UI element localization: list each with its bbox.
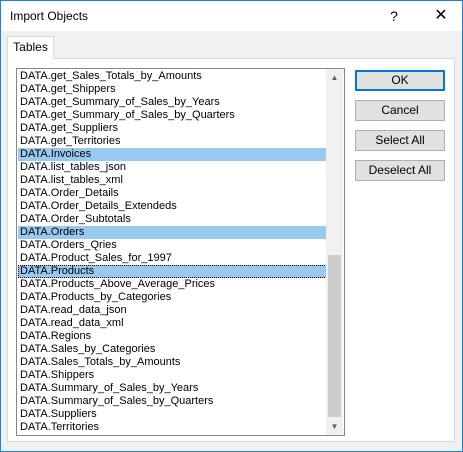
- list-item[interactable]: DATA.Orders_Qries: [18, 239, 327, 252]
- list-item[interactable]: DATA.Territories: [18, 421, 327, 434]
- deselect-all-button[interactable]: Deselect All: [355, 160, 445, 181]
- list-item[interactable]: DATA.list_tables_json: [18, 161, 327, 174]
- close-icon: ✕: [434, 7, 448, 24]
- help-button[interactable]: ?: [377, 1, 411, 31]
- list-item[interactable]: DATA.Invoices: [18, 148, 327, 161]
- list-item[interactable]: DATA.Regions: [18, 330, 327, 343]
- triangle-down-icon: ▼: [330, 422, 339, 431]
- list-item[interactable]: DATA.Sales_Totals_by_Amounts: [18, 356, 327, 369]
- vertical-scrollbar[interactable]: ▲ ▼: [326, 69, 343, 435]
- triangle-up-icon: ▲: [330, 73, 339, 82]
- list-item[interactable]: DATA.Sales_by_Categories: [18, 343, 327, 356]
- ok-button[interactable]: OK: [355, 70, 445, 91]
- list-item[interactable]: DATA.get_Summary_of_Sales_by_Years: [18, 96, 327, 109]
- list-item[interactable]: DATA.Orders: [18, 226, 327, 239]
- select-all-button[interactable]: Select All: [355, 130, 445, 151]
- window-title: Import Objects: [10, 9, 89, 23]
- scroll-down-button[interactable]: ▼: [326, 418, 343, 435]
- tab-tables[interactable]: Tables: [7, 36, 54, 59]
- list-item[interactable]: DATA.read_data_xml: [18, 317, 327, 330]
- list-item[interactable]: DATA.Products_by_Categories: [18, 291, 327, 304]
- list-item[interactable]: DATA.get_Shippers: [18, 83, 327, 96]
- scroll-up-button[interactable]: ▲: [326, 69, 343, 86]
- list-item[interactable]: DATA.read_data_json: [18, 304, 327, 317]
- close-button[interactable]: ✕: [421, 1, 461, 31]
- list-item[interactable]: DATA.Order_Subtotals: [18, 213, 327, 226]
- list-item[interactable]: DATA.Summary_of_Sales_by_Quarters: [18, 395, 327, 408]
- list-item[interactable]: DATA.Suppliers: [18, 408, 327, 421]
- scroll-thumb[interactable]: [328, 255, 341, 417]
- list-item[interactable]: DATA.list_tables_xml: [18, 174, 327, 187]
- list-item[interactable]: DATA.Product_Sales_for_1997: [18, 252, 327, 265]
- cancel-button[interactable]: Cancel: [355, 100, 445, 121]
- list-item[interactable]: DATA.Order_Details: [18, 187, 327, 200]
- list-item[interactable]: DATA.Products: [18, 265, 327, 278]
- list-item[interactable]: DATA.Order_Details_Extendeds: [18, 200, 327, 213]
- tables-listbox[interactable]: DATA.get_Sales_Totals_by_Amounts DATA.get…: [16, 68, 345, 436]
- list-item[interactable]: DATA.get_Sales_Totals_by_Amounts: [18, 70, 327, 83]
- list-item[interactable]: DATA.get_Territories: [18, 135, 327, 148]
- list-item[interactable]: DATA.Products_Above_Average_Prices: [18, 278, 327, 291]
- list-item[interactable]: DATA.Summary_of_Sales_by_Years: [18, 382, 327, 395]
- title-bar: Import Objects ? ✕: [0, 0, 463, 31]
- list-item[interactable]: DATA.get_Summary_of_Sales_by_Quarters: [18, 109, 327, 122]
- list-item[interactable]: DATA.get_Suppliers: [18, 122, 327, 135]
- tables-list: DATA.get_Sales_Totals_by_Amounts DATA.get…: [18, 70, 327, 434]
- list-item[interactable]: DATA.Shippers: [18, 369, 327, 382]
